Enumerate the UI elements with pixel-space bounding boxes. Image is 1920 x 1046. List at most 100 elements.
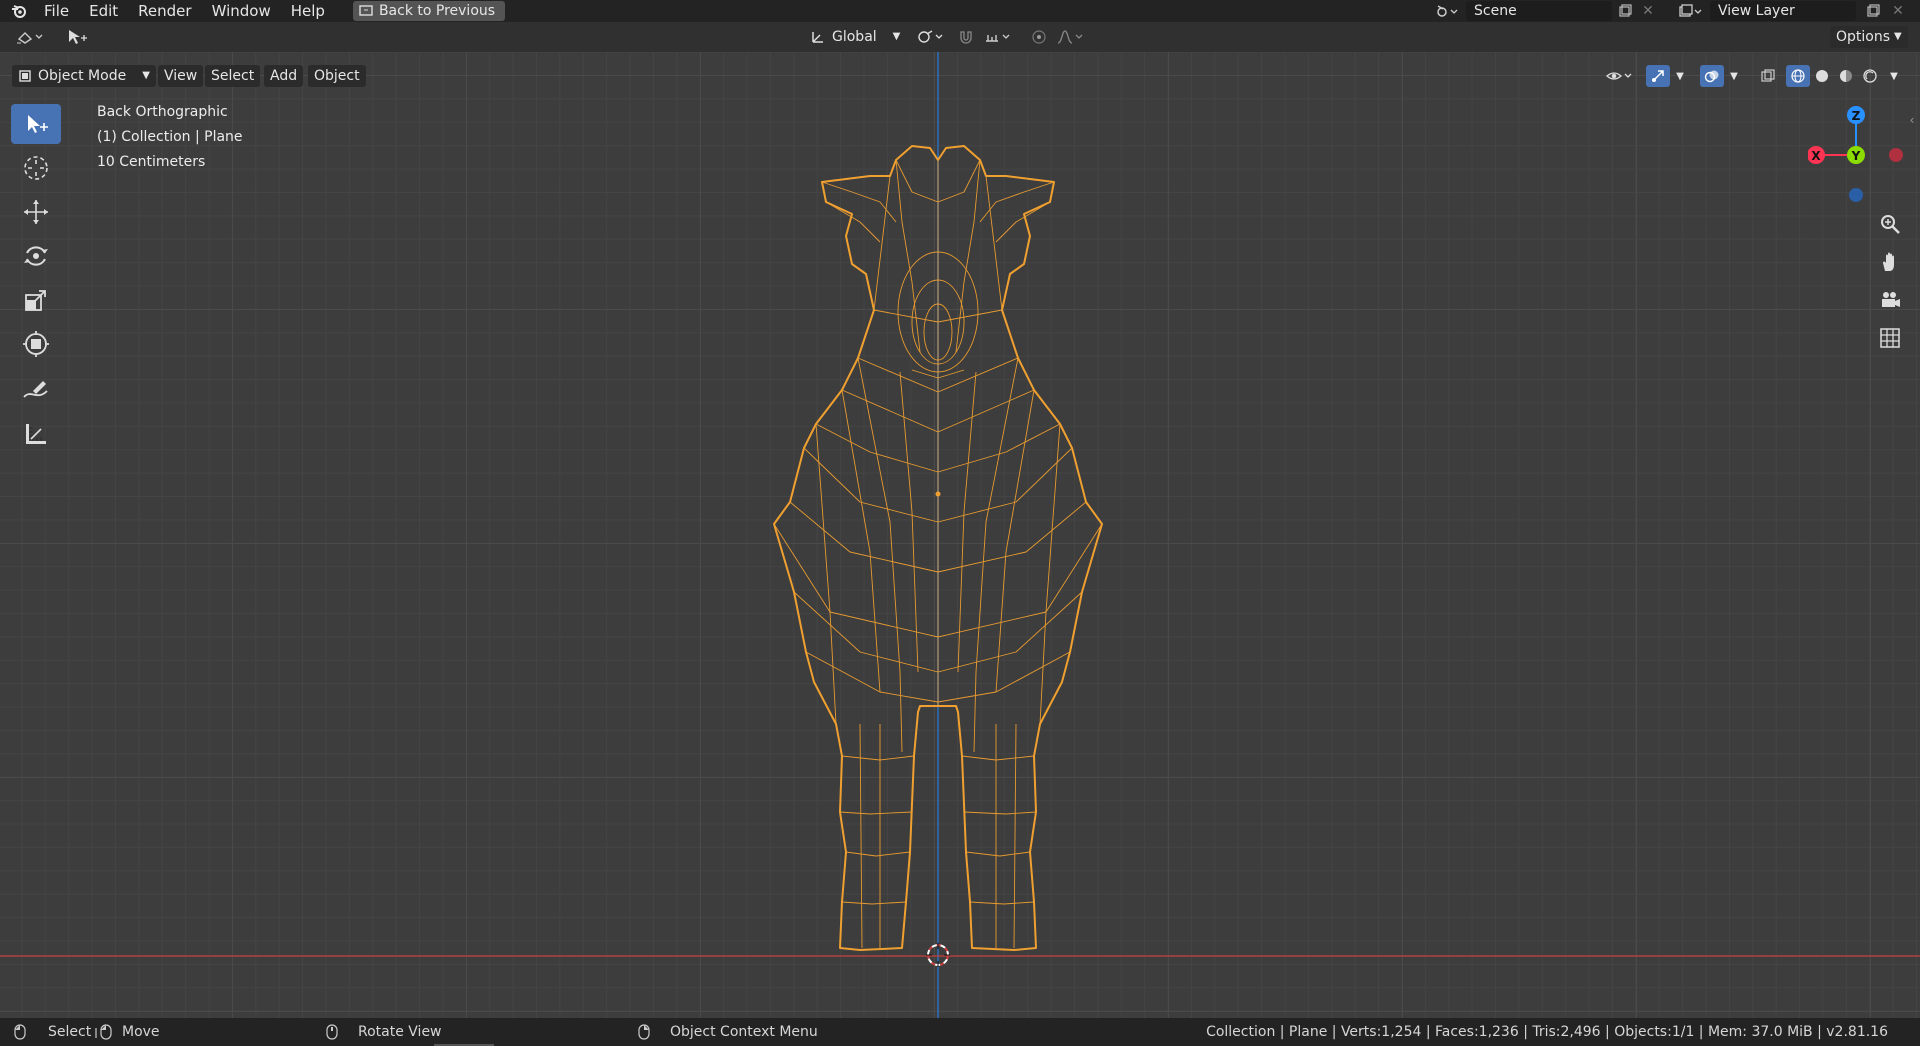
status-select: Select <box>14 1018 91 1046</box>
measure-icon <box>26 424 46 444</box>
status-context: Object Context Menu <box>638 1018 818 1046</box>
select-box-tool-icon[interactable] <box>64 26 90 48</box>
back-to-previous-button[interactable]: Back to Previous <box>352 1 506 21</box>
material-shading-icon[interactable] <box>1834 65 1858 87</box>
overlays-dropdown-icon[interactable]: ▼ <box>1726 65 1742 87</box>
screen-icon <box>359 5 373 17</box>
transform-tool[interactable] <box>11 324 61 364</box>
neg-x-axis-handle <box>1889 148 1903 162</box>
shading-dropdown-icon[interactable]: ▼ <box>1886 65 1902 87</box>
grid-icon <box>1880 328 1900 348</box>
status-context-label: Object Context Menu <box>670 1024 818 1040</box>
rotate-tool[interactable] <box>11 236 61 276</box>
status-stats-label: Collection | Plane | Verts:1,254 | Faces… <box>1206 1024 1888 1040</box>
tool-shelf <box>11 104 63 458</box>
mouse-drag-icon <box>95 1024 112 1040</box>
zoom-icon <box>1881 215 1900 234</box>
transform-orientation-dropdown[interactable]: Global ▼ <box>804 26 906 48</box>
scale-tool[interactable] <box>11 280 61 320</box>
scale-text: 10 Centimeters <box>97 154 206 170</box>
status-stats: Collection | Plane | Verts:1,254 | Faces… <box>1206 1018 1888 1046</box>
camera-icon <box>1882 292 1900 307</box>
scene-field[interactable]: Scene <box>1466 1 1612 21</box>
perspective-toggle-button[interactable] <box>1876 324 1904 352</box>
editor-type-icon[interactable] <box>12 26 48 48</box>
gizmo-dropdown-icon[interactable]: ▼ <box>1672 65 1688 87</box>
select-box-icon <box>28 115 48 133</box>
view-layer-field[interactable]: View Layer <box>1710 1 1856 21</box>
pivot-point-icon[interactable] <box>914 26 948 48</box>
gizmo-toggle-icon[interactable] <box>1646 65 1670 87</box>
x-axis-label: X <box>1811 149 1821 163</box>
measure-tool[interactable] <box>11 414 61 454</box>
scene-label: Scene <box>1474 3 1517 19</box>
select-menu[interactable]: Select <box>205 65 261 87</box>
status-move-label: Move <box>122 1024 160 1040</box>
zoom-button[interactable] <box>1876 210 1904 238</box>
mode-dropdown[interactable]: Object Mode ▼ <box>12 65 156 87</box>
transform-icon <box>23 331 49 357</box>
options-label: Options <box>1836 29 1891 45</box>
y-axis-label: Y <box>1851 149 1861 163</box>
scale-icon <box>25 290 46 311</box>
navigation-gizmo[interactable]: Z X Y <box>1808 100 1908 210</box>
status-select-label: Select <box>48 1024 92 1040</box>
chevron-down-icon: ▼ <box>142 70 150 81</box>
menu-edit[interactable]: Edit <box>79 0 128 22</box>
rendered-shading-icon[interactable] <box>1858 65 1882 87</box>
delete-view-layer-icon[interactable]: ✕ <box>1888 1 1908 21</box>
sidebar-toggle-icon[interactable]: ‹ <box>1906 110 1918 130</box>
wireframe-shading-icon[interactable] <box>1786 65 1810 87</box>
menu-help[interactable]: Help <box>281 0 335 22</box>
object-menu[interactable]: Object <box>308 65 366 87</box>
annotate-icon <box>23 381 48 398</box>
move-icon <box>24 200 48 224</box>
status-bar: Select Move Rotate View Object Context M… <box>0 1018 1920 1046</box>
new-view-layer-icon[interactable] <box>1862 1 1884 21</box>
view-menu[interactable]: View <box>158 65 204 87</box>
mouse-middle-icon <box>326 1024 338 1040</box>
new-scene-icon[interactable] <box>1614 1 1636 21</box>
falloff-icon[interactable] <box>1054 26 1088 48</box>
view-layer-icon[interactable] <box>1674 1 1706 21</box>
status-rotate: Rotate View <box>326 1018 442 1046</box>
back-to-previous-label: Back to Previous <box>378 3 496 19</box>
annotate-tool[interactable] <box>11 370 61 410</box>
status-rotate-label: Rotate View <box>358 1024 442 1040</box>
view-name-text: Back Orthographic <box>97 104 228 120</box>
object-origin <box>935 491 941 497</box>
camera-view-button[interactable] <box>1876 286 1904 314</box>
options-dropdown[interactable]: Options ▼ <box>1830 26 1908 48</box>
tool-settings-bar: Global ▼ Options ▼ <box>0 22 1920 52</box>
chevron-down-icon: ▼ <box>1894 31 1902 42</box>
proportional-editing-icon[interactable] <box>1028 26 1050 48</box>
snap-toggle-icon[interactable] <box>954 26 978 48</box>
rotate-icon <box>24 246 48 266</box>
menu-file[interactable]: File <box>34 0 79 22</box>
transform-orientation-label: Global <box>832 29 877 45</box>
mouse-left-icon <box>14 1024 26 1040</box>
overlays-toggle-icon[interactable] <box>1700 65 1724 87</box>
cursor-tool[interactable] <box>11 148 61 188</box>
menu-window[interactable]: Window <box>202 0 281 22</box>
add-menu[interactable]: Add <box>264 65 304 87</box>
scene-type-icon[interactable] <box>1430 1 1464 21</box>
solid-shading-icon[interactable] <box>1810 65 1834 87</box>
visibility-icon[interactable] <box>1602 65 1638 87</box>
3d-viewport[interactable] <box>0 52 1920 1018</box>
xray-toggle-icon[interactable] <box>1756 65 1780 87</box>
move-tool[interactable] <box>11 192 61 232</box>
viewport-canvas <box>0 52 1920 1018</box>
collection-text: (1) Collection | Plane <box>97 129 243 145</box>
select-box-tool[interactable] <box>11 104 61 144</box>
hand-icon <box>1883 252 1894 271</box>
delete-scene-icon[interactable]: ✕ <box>1638 1 1658 21</box>
blender-logo-icon[interactable] <box>8 0 30 22</box>
status-move: Move <box>94 1018 160 1046</box>
snap-element-icon[interactable] <box>982 26 1016 48</box>
menu-render[interactable]: Render <box>128 0 201 22</box>
pan-button[interactable] <box>1876 248 1904 276</box>
view-layer-label: View Layer <box>1718 3 1795 19</box>
chevron-down-icon: ▼ <box>892 31 901 42</box>
cursor-icon <box>24 156 48 180</box>
